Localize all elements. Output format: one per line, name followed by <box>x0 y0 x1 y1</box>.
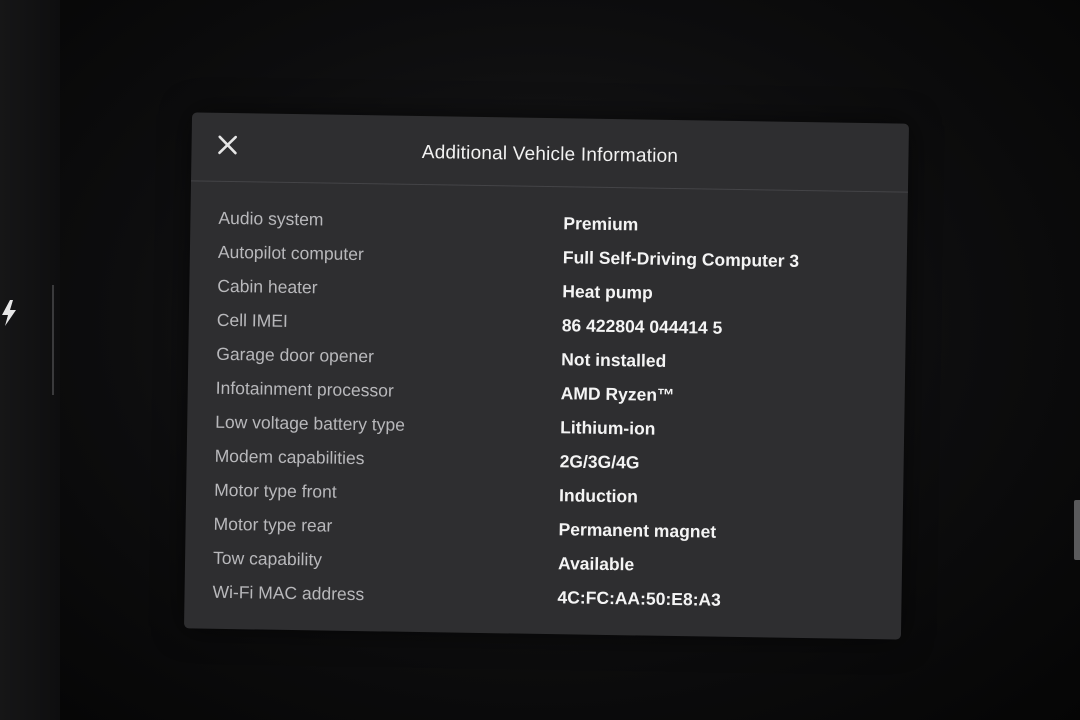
row-value: Induction <box>558 484 639 506</box>
dialog-header: Additional Vehicle Information <box>191 112 910 193</box>
row-label: Garage door opener <box>216 343 375 366</box>
left-divider <box>52 285 54 395</box>
row-value: Not installed <box>561 348 667 371</box>
vehicle-info-dialog: Additional Vehicle Information Audio sys… <box>183 112 910 640</box>
row-label: Infotainment processor <box>215 377 394 401</box>
row-value: 2G/3G/4G <box>559 450 640 472</box>
row-label: Motor type rear <box>213 513 333 536</box>
row-value: AMD Ryzen™ <box>560 382 675 405</box>
row-label: Modem capabilities <box>214 445 365 468</box>
row-label: Low voltage battery type <box>215 411 406 435</box>
right-edge-tab <box>1074 500 1080 560</box>
row-label: Cell IMEI <box>216 309 288 331</box>
row-label: Motor type front <box>214 479 337 502</box>
row-value: Premium <box>563 212 639 234</box>
row-value: Full Self-Driving Computer 3 <box>562 246 800 271</box>
row-label: Cabin heater <box>217 275 318 297</box>
dialog-title: Additional Vehicle Information <box>421 142 679 168</box>
row-value: 4C:FC:AA:50:E8:A3 <box>557 586 722 610</box>
left-panel-edge <box>0 0 60 720</box>
lightning-bolt-icon <box>2 300 16 326</box>
info-table: Audio system Premium Autopilot computer … <box>212 201 888 619</box>
row-value: Permanent magnet <box>558 518 717 542</box>
row-value: Heat pump <box>562 280 653 303</box>
row-label: Autopilot computer <box>217 241 364 264</box>
row-label: Wi-Fi MAC address <box>212 581 365 604</box>
row-label: Tow capability <box>212 547 323 569</box>
row-label: Audio system <box>218 207 324 229</box>
row-value: Available <box>557 552 635 574</box>
row-value: 86 422804 044414 5 <box>561 314 723 338</box>
row-value: Lithium-ion <box>560 416 656 439</box>
